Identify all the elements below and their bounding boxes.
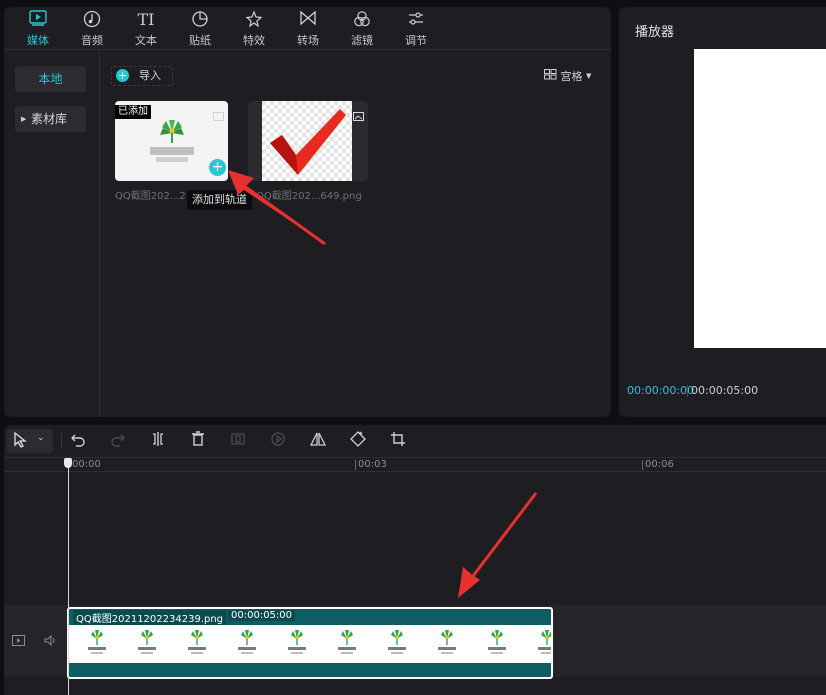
caret-down-icon: ▼: [586, 72, 592, 80]
mirror-icon[interactable]: [309, 431, 327, 451]
tab-label: 特效: [243, 34, 265, 47]
ruler-tick-mark: [642, 460, 643, 470]
total-time: 00:00:05:00: [691, 384, 759, 397]
clip-frame: [138, 630, 156, 654]
tab-label: 转场: [297, 34, 319, 47]
import-label: 导入: [139, 69, 161, 82]
player-preview[interactable]: [694, 49, 826, 348]
clip-frames: [69, 625, 551, 663]
clip-duration: 00:00:05:00: [228, 610, 296, 621]
sidebar-item-library[interactable]: ▶ 素材库: [15, 106, 86, 132]
media-item-2-name: QQ截图202...649.png: [256, 191, 362, 202]
playhead-handle[interactable]: [64, 458, 72, 468]
import-button[interactable]: + 导入: [111, 66, 173, 86]
sparkle-star-icon: [229, 10, 279, 30]
clip-frame: [238, 630, 256, 654]
timeline-toolbar: ⌄: [4, 425, 826, 458]
sliders-icon: [391, 10, 441, 30]
tab-label: 调节: [405, 34, 427, 47]
chevron-down-icon: ⌄: [37, 433, 45, 443]
reverse-play-icon[interactable]: [270, 431, 286, 451]
ruler-tick-mark: [355, 460, 356, 470]
clip-frame: [538, 630, 551, 654]
music-note-icon: [67, 10, 117, 30]
top-toolbar: 媒体 音频 TI 文本 贴纸 特效 转场 滤镜 调节: [4, 7, 611, 50]
clip-frame: [188, 630, 206, 654]
tab-label: 文本: [135, 34, 157, 47]
plant-logo-image: [150, 120, 194, 162]
media-panel: 媒体 音频 TI 文本 贴纸 特效 转场 滤镜 调节 本地 ▶ 素材库 + 导入…: [4, 7, 611, 417]
tab-effects[interactable]: 特效: [229, 10, 279, 48]
current-time: 00:00:00:00: [627, 384, 695, 397]
tab-sticker[interactable]: 贴纸: [175, 10, 225, 48]
player-panel: 播放器 00:00:00:00 00:00:05:00: [619, 7, 826, 417]
media-sidebar: 本地 ▶ 素材库: [4, 50, 100, 417]
select-tool-button[interactable]: ⌄: [7, 429, 53, 453]
clip-frame: [488, 630, 506, 654]
ruler-tick: 00:00: [72, 459, 101, 470]
plus-icon: +: [116, 69, 129, 82]
rotate-icon[interactable]: [350, 431, 366, 451]
time-ruler[interactable]: 00:00 00:03 00:06: [4, 457, 826, 471]
split-icon[interactable]: [150, 431, 166, 451]
bowtie-transition-icon: [283, 10, 333, 30]
clip-frame: [338, 630, 356, 654]
tab-label: 滤镜: [351, 34, 373, 47]
video-clip[interactable]: QQ截图20211202234239.png 00:00:05:00: [67, 607, 553, 679]
tab-label: 贴纸: [189, 34, 211, 47]
tab-label: 音频: [81, 34, 103, 47]
video-track-icon[interactable]: [12, 631, 25, 650]
redo-icon[interactable]: [110, 431, 126, 451]
media-play-icon: [13, 10, 63, 30]
player-title: 播放器: [635, 25, 675, 40]
clip-frame: [288, 630, 306, 654]
add-to-track-tooltip: 添加到轨道: [187, 190, 252, 210]
tab-audio[interactable]: 音频: [67, 10, 117, 48]
ruler-divider: [4, 471, 826, 472]
sidebar-item-local[interactable]: 本地: [15, 66, 86, 92]
sticker-icon: [175, 10, 225, 30]
freeze-frame-icon[interactable]: [230, 431, 246, 451]
timeline-panel: ⌄ 00:00 00:03 00:06 QQ截图20211202234239.p…: [4, 425, 826, 695]
tab-media[interactable]: 媒体: [13, 10, 63, 48]
view-mode-label: 宫格: [560, 70, 583, 83]
undo-icon[interactable]: [70, 431, 86, 451]
add-to-track-button[interactable]: +: [209, 159, 226, 176]
clip-frame: [388, 630, 406, 654]
tab-transition[interactable]: 转场: [283, 10, 333, 48]
clip-name: QQ截图20211202234239.png: [73, 610, 227, 625]
tab-filter[interactable]: 滤镜: [337, 10, 387, 48]
added-badge: 已添加: [115, 105, 151, 119]
cursor-arrow-icon: [13, 431, 27, 452]
tab-adjust[interactable]: 调节: [391, 10, 441, 48]
ruler-tick: 00:06: [645, 459, 674, 470]
delete-icon[interactable]: [190, 431, 206, 451]
text-ti-icon: TI: [137, 10, 155, 29]
sidebar-item-label: 素材库: [31, 112, 68, 126]
image-placeholder-icon: [353, 106, 364, 125]
toolbar-divider: [61, 433, 62, 449]
tab-text[interactable]: TI 文本: [121, 10, 171, 48]
checkmark-image: [262, 101, 352, 181]
time-divider: [687, 385, 688, 397]
tab-label: 媒体: [27, 34, 49, 47]
triangle-right-icon: ▶: [21, 115, 27, 123]
playhead-line[interactable]: [68, 458, 69, 695]
filter-circles-icon: [337, 10, 387, 30]
grid-view-icon: [544, 69, 557, 83]
clip-frame: [438, 630, 456, 654]
ruler-tick: 00:03: [358, 459, 387, 470]
crop-icon[interactable]: [390, 431, 406, 451]
media-item-2[interactable]: [248, 101, 368, 181]
media-item-1-name: QQ截图202...2: [115, 191, 186, 202]
speaker-icon[interactable]: [44, 631, 58, 650]
clip-frame: [88, 630, 106, 654]
view-mode-button[interactable]: 宫格 ▼: [544, 68, 591, 84]
image-placeholder-icon: [213, 106, 224, 125]
